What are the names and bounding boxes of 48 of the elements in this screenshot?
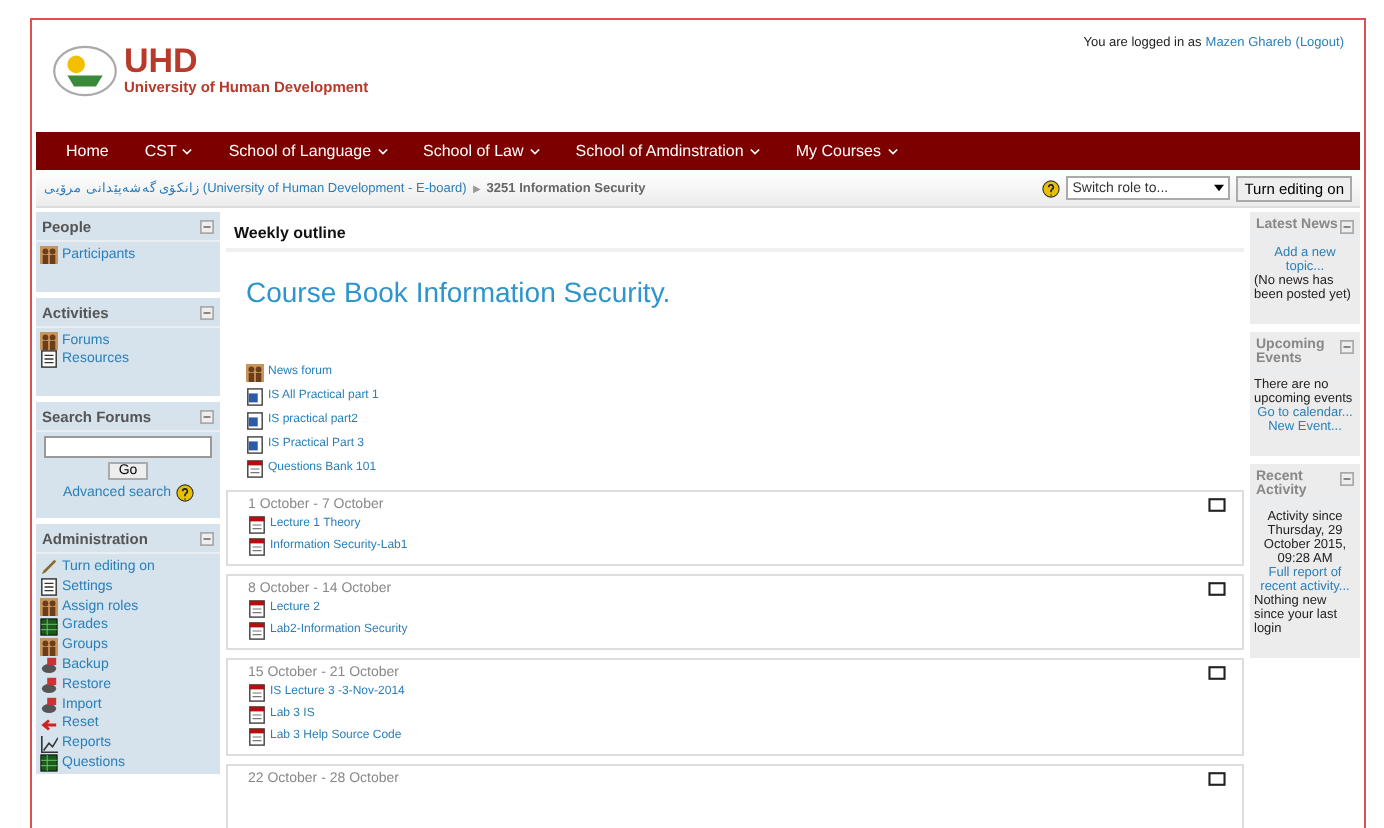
collapse-icon[interactable] (200, 532, 214, 546)
table-icon (40, 617, 58, 636)
pdf-document-icon (248, 706, 266, 724)
highlight-toggle-icon[interactable] (1208, 582, 1226, 596)
collapse-icon[interactable] (1340, 340, 1354, 354)
collapse-icon[interactable] (200, 306, 214, 320)
disk-icon (40, 656, 58, 675)
search-field[interactable] (44, 436, 212, 458)
document-icon (40, 350, 58, 368)
people-icon (40, 597, 58, 616)
people-icon (40, 637, 58, 656)
nav-menu-item[interactable]: Home (48, 142, 127, 160)
pdf-document-icon (248, 538, 266, 556)
section-heading: Weekly outline (226, 212, 1244, 252)
nav-menu-item[interactable]: School of Language (210, 142, 406, 160)
help-icon[interactable] (1042, 179, 1061, 197)
logo-title: UHD (124, 44, 200, 78)
nav-menu-item[interactable]: School of Amdinstration (557, 142, 778, 160)
document-icon (40, 578, 58, 597)
highlight-toggle-icon[interactable] (1208, 498, 1226, 512)
nav-menu-item[interactable]: My Courses (777, 142, 916, 160)
collapse-icon[interactable] (1340, 472, 1354, 486)
pdf-document-icon (248, 622, 266, 640)
highlight-toggle-icon[interactable] (1208, 666, 1226, 680)
table-icon (40, 754, 58, 773)
nav-menu-item[interactable]: CST (126, 142, 211, 160)
pdf-document-icon (248, 684, 266, 702)
pdf-document-icon (248, 516, 266, 534)
pdf-document-icon (248, 728, 266, 746)
course-title: Course Book Information Security. (246, 276, 673, 308)
collapse-icon[interactable] (1340, 220, 1354, 234)
people-icon (246, 364, 264, 382)
collapse-icon[interactable] (200, 410, 214, 424)
people-icon (40, 332, 58, 350)
pencil-icon (40, 558, 58, 577)
people-icon (40, 246, 58, 264)
line-chart-icon (40, 735, 58, 754)
dropdown-arrow-icon (1214, 184, 1225, 192)
collapse-icon[interactable] (200, 220, 214, 234)
disk-icon (40, 676, 58, 695)
arrow-icon (40, 715, 58, 734)
highlight-toggle-icon[interactable] (1208, 772, 1226, 786)
help-icon[interactable] (175, 484, 194, 502)
pdf-document-icon (246, 460, 264, 478)
disk-icon (40, 695, 58, 714)
university-logo-icon (52, 43, 118, 97)
pdf-document-icon (248, 600, 266, 618)
nav-menu-item[interactable]: School of Law (405, 142, 558, 160)
